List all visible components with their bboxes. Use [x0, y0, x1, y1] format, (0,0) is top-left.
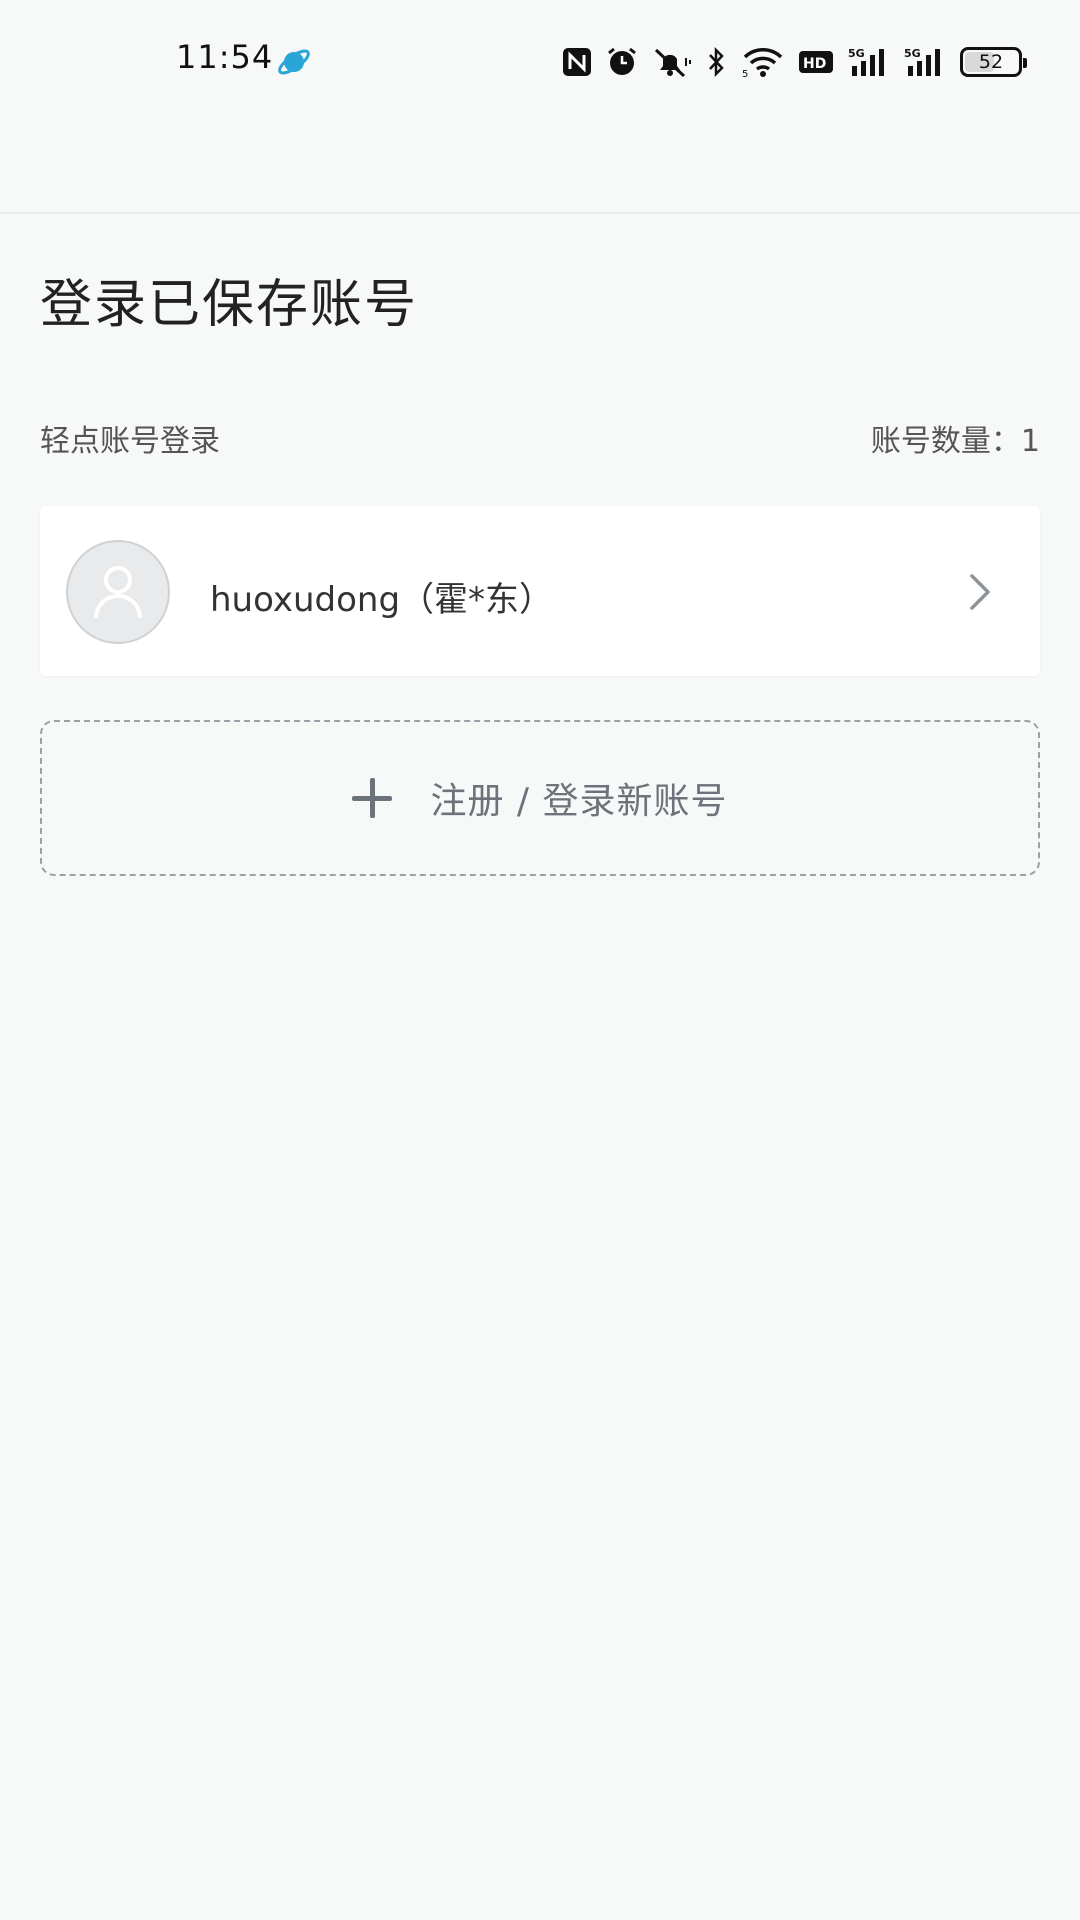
page-title: 登录已保存账号: [40, 275, 419, 335]
svg-text:5G: 5G: [848, 47, 865, 60]
svg-text:HD: HD: [803, 56, 826, 72]
tap-to-login-hint: 轻点账号登录: [40, 424, 220, 459]
wifi-icon: 5: [742, 48, 783, 78]
status-time: 11:54: [176, 38, 274, 76]
saved-account-item[interactable]: huoxudong（霍*东）: [40, 506, 1040, 676]
bluetooth-icon: [709, 46, 724, 78]
battery-level: 52: [978, 51, 1004, 73]
signal-icon: 5G: [904, 47, 940, 76]
signal-icon: 5G: [848, 47, 884, 76]
nfc-icon: [563, 48, 591, 76]
hd-icon: HD: [799, 51, 833, 73]
alarm-icon: [608, 47, 636, 75]
status-bar: 11:54 5 HD 5G 5G 52: [0, 0, 1080, 124]
plus-icon: [352, 778, 393, 818]
account-count: 账号数量：1: [870, 424, 1040, 459]
add-account-button[interactable]: 注册 / 登录新账号: [40, 720, 1040, 876]
mute-icon: [654, 48, 691, 78]
svg-text:5: 5: [742, 69, 748, 78]
user-icon: [94, 566, 142, 619]
svg-text:5G: 5G: [904, 47, 921, 60]
planet-icon: [278, 49, 310, 75]
header-divider: [0, 212, 1080, 214]
battery-icon: 52: [960, 47, 1027, 77]
status-icons: 5 HD 5G 5G 52: [562, 40, 1027, 84]
add-account-label: 注册 / 登录新账号: [430, 781, 728, 822]
chevron-right-icon: [970, 574, 990, 610]
avatar: [66, 540, 170, 644]
account-name: huoxudong（霍*东）: [210, 580, 554, 620]
